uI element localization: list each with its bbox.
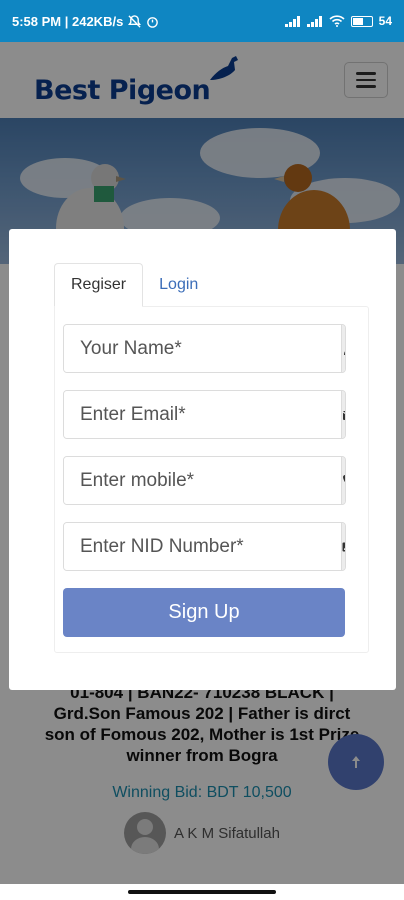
sign-up-button[interactable]: Sign Up xyxy=(63,588,345,637)
register-form: Sign Up xyxy=(54,306,369,653)
email-input[interactable] xyxy=(64,391,341,438)
id-card-icon xyxy=(342,542,345,551)
envelope-icon xyxy=(342,410,345,420)
mobile-input[interactable] xyxy=(64,457,341,504)
nid-addon xyxy=(341,523,345,570)
tab-register[interactable]: Regiser xyxy=(54,263,144,307)
signal-icon-2 xyxy=(306,15,322,27)
nid-input[interactable] xyxy=(64,523,341,570)
mobile-addon xyxy=(341,457,345,504)
user-icon xyxy=(344,350,345,355)
system-nav-bar xyxy=(0,884,404,900)
phone-icon xyxy=(343,474,345,482)
home-indicator[interactable] xyxy=(128,890,276,894)
status-time: 5:58 PM | 242KB/s xyxy=(12,13,124,29)
mobile-field-group xyxy=(63,456,346,505)
modal-tabs: Regiser Login xyxy=(54,263,214,307)
signal-icon xyxy=(284,15,300,27)
register-modal: Regiser Login Sign Up xyxy=(9,229,396,690)
email-field-group xyxy=(63,390,346,439)
tab-login[interactable]: Login xyxy=(143,263,214,307)
name-input[interactable] xyxy=(64,325,341,372)
name-field-group xyxy=(63,324,346,373)
mute-icon xyxy=(128,14,142,28)
alarm-icon xyxy=(147,16,159,28)
battery-level: 54 xyxy=(378,14,392,28)
email-addon xyxy=(341,391,345,438)
name-addon xyxy=(341,325,345,372)
nid-field-group xyxy=(63,522,346,571)
wifi-icon xyxy=(329,15,345,27)
battery-icon xyxy=(350,15,373,27)
status-bar: 5:58 PM | 242KB/s 54 xyxy=(0,0,404,42)
